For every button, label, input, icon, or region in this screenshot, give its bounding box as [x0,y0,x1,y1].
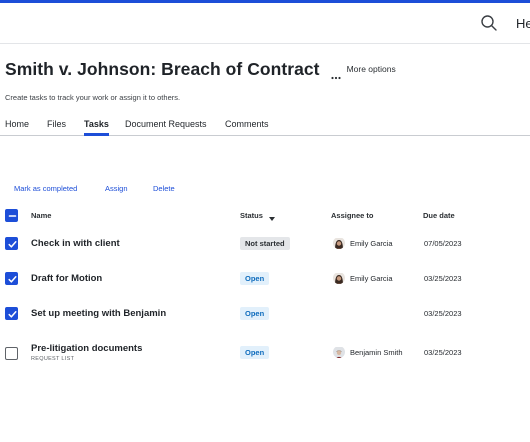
due-date: 03/25/2023 [424,309,462,318]
assignee[interactable]: Emily Garcia [333,237,393,249]
more-horizontal-icon [330,67,341,80]
column-header-assignee[interactable]: Assignee to [331,211,374,220]
check-icon [8,276,17,283]
search-icon[interactable] [480,14,498,32]
table-row[interactable]: Set up meeting with Benjamin Open 03/25/… [0,297,530,331]
table-row[interactable]: Pre-litigation documents REQUEST LIST Op… [0,334,530,368]
status-badge: Open [240,307,270,320]
assignee[interactable]: Benjamin Smith [333,346,403,358]
due-date: 07/05/2023 [424,239,462,248]
page-title: Smith v. Johnson: Breach of Contract [5,58,320,79]
check-icon [8,241,17,248]
table-row[interactable]: Draft for Motion Open Emily Garcia 03/25… [0,262,530,296]
check-icon [8,311,17,318]
tab-home[interactable]: Home [5,119,29,129]
assignee-name: Benjamin Smith [350,347,403,357]
due-date: 03/25/2023 [424,348,462,357]
row-checkbox[interactable] [5,347,18,360]
table-header: Name Status Assignee to Due date [0,206,530,226]
avatar [333,272,345,284]
page-header: Smith v. Johnson: Breach of Contract Mor… [5,57,396,81]
column-header-status-label: Status [240,211,263,220]
row-checkbox[interactable] [5,237,18,250]
mark-as-completed-button[interactable]: Mark as completed [14,184,77,193]
column-header-name[interactable]: Name [31,211,51,220]
caret-down-icon [269,214,276,222]
help-link[interactable]: He [516,16,530,31]
assignee-name: Emily Garcia [350,238,393,248]
select-all-checkbox[interactable] [5,209,18,222]
tab-bar: Home Files Tasks Document Requests Comme… [0,112,530,136]
page-subtitle: Create tasks to track your work or assig… [5,93,181,102]
more-options-button[interactable]: More options [330,64,396,80]
avatar [333,346,345,358]
top-navigation-bar: He [0,3,530,44]
tab-comments[interactable]: Comments [225,119,269,129]
task-type-label: REQUEST LIST [31,356,75,362]
avatar [333,237,345,249]
task-name[interactable]: Check in with client [31,238,120,249]
status-badge: Open [240,272,270,285]
due-date: 03/25/2023 [424,274,462,283]
assignee-name: Emily Garcia [350,273,393,283]
status-badge: Open [240,346,270,359]
status-badge: Not started [240,237,290,250]
tab-tasks[interactable]: Tasks [84,119,109,129]
column-header-due-date[interactable]: Due date [423,211,455,220]
column-header-status[interactable]: Status [240,211,276,222]
task-name[interactable]: Draft for Motion [31,273,102,284]
checkbox-indeterminate-icon [8,215,17,217]
tab-files[interactable]: Files [47,119,66,129]
row-checkbox[interactable] [5,307,18,320]
row-checkbox[interactable] [5,272,18,285]
table-row[interactable]: Check in with client Not started Emily G… [0,227,530,261]
more-options-label: More options [346,64,396,74]
task-name[interactable]: Set up meeting with Benjamin [31,308,166,319]
delete-button[interactable]: Delete [153,184,175,193]
active-tab-indicator [84,133,109,136]
task-name[interactable]: Pre-litigation documents [31,343,142,354]
assign-button[interactable]: Assign [105,184,128,193]
tab-document-requests[interactable]: Document Requests [125,119,207,129]
assignee[interactable]: Emily Garcia [333,272,393,284]
